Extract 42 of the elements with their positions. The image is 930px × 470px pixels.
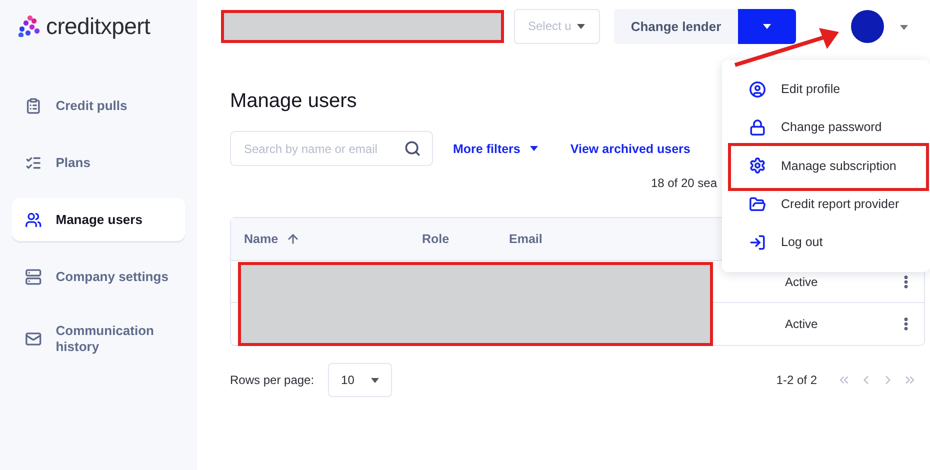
menu-item[interactable]: Log out	[722, 223, 930, 262]
logout-icon	[749, 234, 766, 251]
sidebar-item[interactable]: Manage users	[12, 198, 185, 241]
column-header[interactable]: Name	[244, 232, 422, 246]
logo-text: creditxpert	[46, 12, 150, 40]
column-header[interactable]: Role	[422, 232, 509, 246]
status-cell-text: Active	[785, 274, 819, 288]
stacked-bars-icon	[25, 268, 42, 286]
menu-item[interactable]: Edit profile	[722, 70, 930, 108]
sidebar-item[interactable]: Credit pulls	[12, 84, 185, 127]
caret-icon	[577, 24, 586, 28]
clipboard-icon	[25, 96, 42, 114]
archived-users-link[interactable]: View archived users	[570, 142, 690, 156]
caret-icon	[530, 146, 538, 151]
settings-icon	[749, 157, 766, 174]
column-header[interactable]: Email	[509, 232, 629, 246]
sidebar-item[interactable]: Company settings	[12, 255, 185, 298]
avatar[interactable]	[851, 10, 884, 42]
search-field[interactable]: Search by name or email	[230, 131, 433, 166]
person-icon	[749, 80, 766, 98]
users-icon	[25, 210, 42, 228]
search-icon	[404, 140, 421, 157]
rows-per-page-label: Rows per page:	[230, 373, 314, 387]
result-count: 18 of 20 sea	[650, 176, 717, 192]
mail-icon	[25, 330, 42, 348]
folder-icon	[749, 196, 766, 213]
menu-item[interactable]: Manage subscription	[722, 146, 930, 185]
sidebar-item[interactable]: Plans	[12, 141, 185, 184]
rows-per-page-select[interactable]: 10	[328, 363, 392, 397]
caret-icon	[900, 25, 908, 30]
menu-item[interactable]: Credit report provider	[722, 184, 930, 224]
change-lender-button[interactable]: Change lender	[614, 8, 738, 44]
status-cell-text: Active	[785, 317, 819, 331]
caret-icon	[763, 24, 771, 28]
page-range: 1-2 of 2	[776, 373, 817, 387]
menu-item[interactable]: Change password	[722, 108, 930, 147]
caret-icon	[371, 378, 380, 382]
logo-icon	[18, 15, 40, 37]
sidebar-item[interactable]: Communication history	[12, 312, 185, 366]
lock-icon	[749, 118, 766, 136]
more-filters-button[interactable]: More filters	[453, 142, 538, 156]
dropdown-button[interactable]	[738, 8, 796, 44]
